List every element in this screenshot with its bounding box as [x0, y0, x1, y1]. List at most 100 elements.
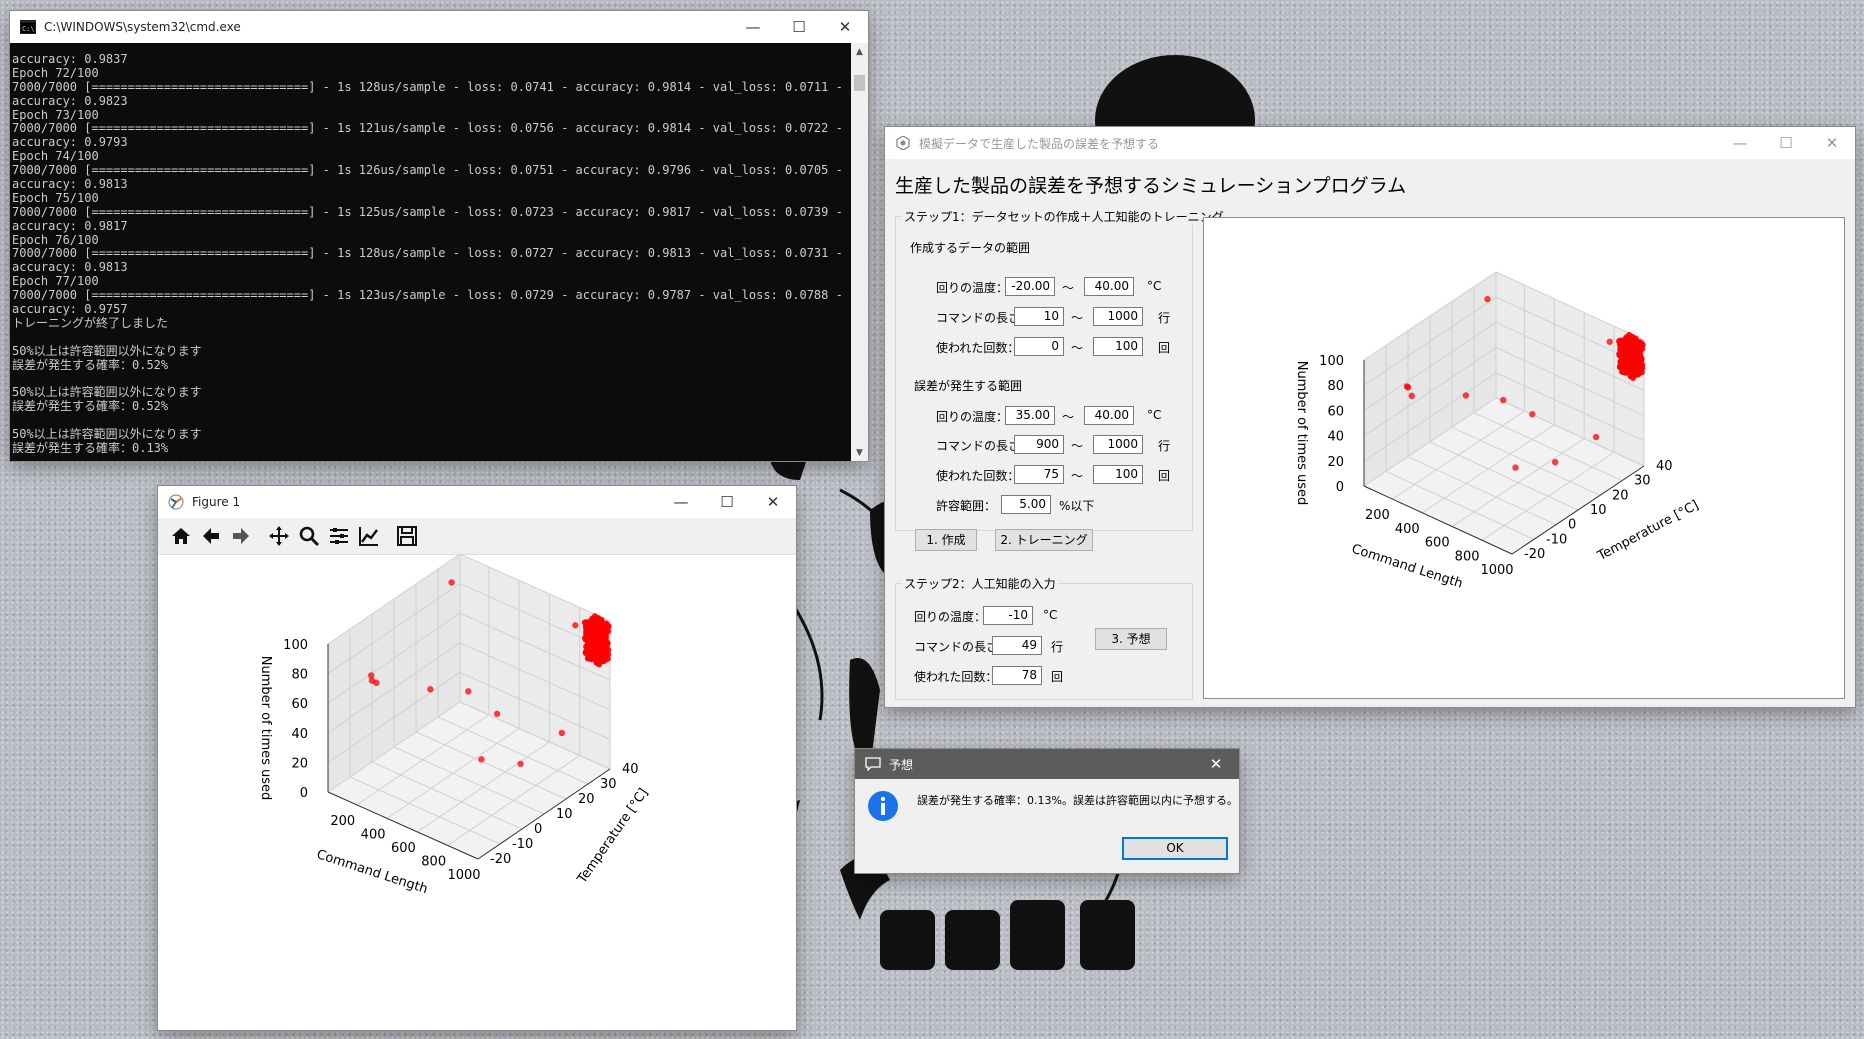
console-line: Epoch 76/100: [12, 232, 99, 247]
y-tick-label: 40: [622, 762, 639, 777]
y-tick-label: 10: [556, 807, 573, 822]
create-button[interactable]: 1. 作成: [915, 529, 977, 551]
error-used-max-input[interactable]: 100: [1093, 465, 1143, 484]
scroll-thumb[interactable]: [854, 75, 865, 91]
subplots-icon[interactable]: [324, 521, 354, 551]
input-cmd-field[interactable]: 49: [992, 636, 1042, 655]
range-cmd-min-input[interactable]: 10: [1014, 307, 1064, 326]
dialog-title: 予想: [889, 757, 914, 772]
home-icon[interactable]: [166, 521, 196, 551]
cluster-point: [594, 625, 601, 632]
maximize-button[interactable]: ☐: [704, 486, 750, 518]
console-line: Epoch 74/100: [12, 149, 99, 164]
z-tick-label: 0: [1336, 480, 1344, 495]
scroll-up-icon[interactable]: ▲: [851, 43, 868, 60]
tilde: ～: [1071, 439, 1084, 453]
input-temp-field[interactable]: -10: [983, 606, 1033, 625]
y-tick-label: -20: [490, 852, 511, 867]
range-used-max-input[interactable]: 100: [1093, 337, 1143, 356]
vertical-scrollbar[interactable]: ▲ ▼: [851, 43, 868, 461]
figure-titlebar[interactable]: Figure 1 — ☐ ✕: [158, 486, 796, 518]
error-temp-min-input[interactable]: 35.00: [1005, 406, 1055, 425]
app-titlebar[interactable]: 模擬データで生産した製品の誤差を予想する — ☐ ✕: [885, 127, 1855, 159]
console-output[interactable]: accuracy: 0.9837 Epoch 72/100 7000/7000 [=…: [10, 43, 850, 461]
cluster-point: [1636, 366, 1643, 373]
matplotlib-icon: [168, 494, 184, 510]
y-tick-label: 10: [1590, 503, 1607, 518]
data-point: [1462, 392, 1470, 399]
close-button[interactable]: ✕: [822, 11, 868, 43]
pan-icon[interactable]: [264, 521, 294, 551]
scatter3d-chart-app[interactable]: 2004006008001000-20-10010203040020406080…: [1204, 218, 1844, 698]
input-used-label: 使われた回数：: [914, 670, 998, 684]
z-tick-label: 40: [1327, 430, 1344, 445]
console-line: accuracy: 0.9813: [12, 177, 128, 192]
range-temp-min-input[interactable]: -20.00: [1005, 277, 1055, 296]
error-cmd-min-input[interactable]: 900: [1014, 435, 1064, 454]
ok-button[interactable]: OK: [1122, 837, 1228, 860]
app-title: 模擬データで生産した製品の誤差を予想する: [919, 136, 1160, 151]
forward-icon[interactable]: [226, 521, 256, 551]
dialog-titlebar[interactable]: 予想 ✕: [855, 749, 1239, 779]
tilde: ～: [1062, 410, 1075, 424]
train-button[interactable]: 2. トレーニング: [995, 529, 1093, 551]
range-frame: 作成するデータの範囲: [904, 241, 1182, 343]
maximize-button[interactable]: ☐: [776, 11, 822, 43]
cluster-point: [1622, 339, 1629, 346]
data-point: [368, 672, 375, 679]
figure-window[interactable]: Figure 1 — ☐ ✕ 200 400 600 800 1000 -20 -10 0 10…: [158, 486, 796, 1030]
close-button[interactable]: ✕: [750, 486, 796, 518]
unit-line: 行: [1158, 311, 1171, 325]
close-button[interactable]: ✕: [1809, 127, 1855, 159]
y-tick-label: -10: [512, 837, 533, 852]
scroll-down-icon[interactable]: ▼: [851, 444, 868, 461]
console-line: 7000/7000 [=============================…: [12, 246, 850, 261]
save-icon[interactable]: [392, 521, 422, 551]
plot-canvas[interactable]: 200 400 600 800 1000 -20 -10 0 10 20 30 40 0 20 40 60 80…: [1203, 217, 1845, 699]
maximize-button[interactable]: ☐: [1763, 127, 1809, 159]
error-used-min-input[interactable]: 75: [1014, 465, 1064, 484]
error-cmd-max-input[interactable]: 1000: [1093, 435, 1143, 454]
console-line: 7000/7000 [=============================…: [12, 79, 850, 94]
minimize-button[interactable]: —: [730, 11, 776, 43]
back-icon[interactable]: [196, 521, 226, 551]
cluster-point: [1638, 341, 1645, 348]
feather-icon: [895, 135, 911, 151]
z-tick-label: 100: [1319, 354, 1344, 369]
error-used-label: 使われた回数：: [936, 469, 1020, 483]
data-point: [1408, 392, 1415, 400]
x-tick-label: 1000: [1480, 563, 1513, 578]
data-point: [478, 756, 485, 763]
app-body: 生産した製品の誤差を予想するシミュレーションプログラム ステップ1：データセット…: [885, 159, 1855, 707]
zoom-icon[interactable]: [294, 521, 324, 551]
console-line: accuracy: 0.9757: [12, 302, 128, 317]
cmd-window[interactable]: C:\ C:\WINDOWS\system32\cmd.exe — ☐ ✕ ac…: [10, 11, 868, 461]
unit-line: 行: [1051, 640, 1064, 654]
z-tick-label: 20: [1327, 455, 1344, 470]
range-cmd-max-input[interactable]: 1000: [1093, 307, 1143, 326]
prediction-dialog[interactable]: 予想 ✕ 誤差が発生する確率：0.13%。誤差は許容範囲以内に予想する。 OK: [855, 749, 1239, 873]
cluster-point: [588, 620, 595, 627]
z-tick-label: 20: [291, 756, 308, 771]
tolerance-input[interactable]: 5.00: [1001, 495, 1051, 514]
edit-curve-icon[interactable]: [354, 521, 384, 551]
cluster-point: [591, 646, 598, 653]
console-line: Epoch 77/100: [12, 274, 99, 289]
range-temp-max-input[interactable]: 40.00: [1084, 277, 1134, 296]
y-tick-label: 0: [1568, 518, 1576, 533]
tolerance-label: 許容範囲：: [936, 499, 997, 513]
predict-button[interactable]: 3. 予想: [1095, 628, 1167, 650]
app-window[interactable]: 模擬データで生産した製品の誤差を予想する — ☐ ✕ 生産した製品の誤差を予想す…: [885, 127, 1855, 707]
close-button[interactable]: ✕: [1193, 748, 1239, 780]
range-used-min-input[interactable]: 0: [1014, 337, 1064, 356]
cmd-titlebar[interactable]: C:\ C:\WINDOWS\system32\cmd.exe — ☐ ✕: [10, 11, 868, 43]
minimize-button[interactable]: —: [1717, 127, 1763, 159]
input-used-field[interactable]: 78: [992, 666, 1042, 685]
minimize-button[interactable]: —: [658, 486, 704, 518]
scatter3d-chart-figure[interactable]: 2004006008001000-20-10010203040020406080…: [158, 554, 796, 1030]
error-temp-max-input[interactable]: 40.00: [1084, 406, 1134, 425]
x-tick-label: 200: [1365, 508, 1390, 523]
data-point: [1500, 396, 1507, 404]
y-axis-title: Temperature [°C]: [1594, 498, 1701, 564]
unit-times: 回: [1051, 670, 1064, 684]
